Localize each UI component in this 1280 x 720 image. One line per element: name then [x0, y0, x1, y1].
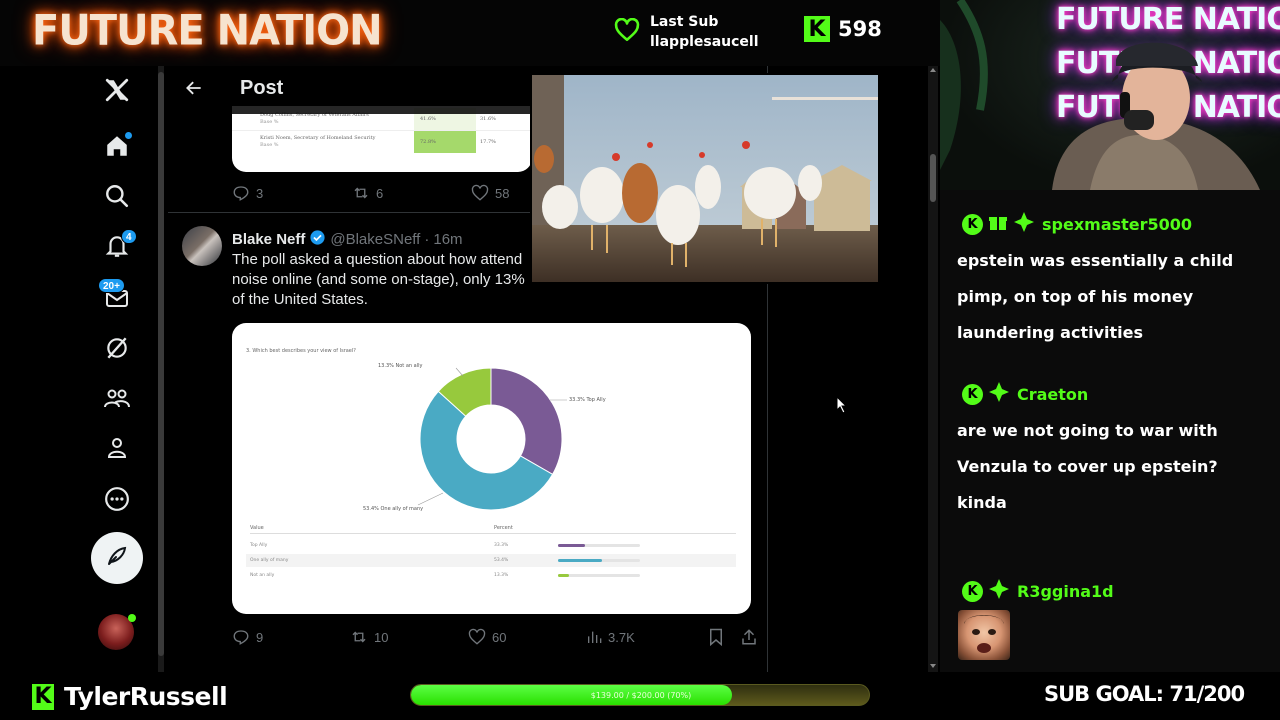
streamer-tag: K TylerRussell — [32, 682, 228, 711]
chat-message: epstein was essentially a child pimp, on… — [957, 251, 1234, 342]
stream-bottom-bar: K TylerRussell $139.00 / $200.00 (70%) S… — [0, 672, 1280, 720]
donut-slice-top-ally — [490, 367, 563, 476]
account-avatar[interactable] — [98, 614, 136, 650]
chart-table-row: One ally of many 53.4% — [246, 554, 736, 567]
reply-button[interactable]: 3 — [232, 184, 352, 202]
messages-badge: 20+ — [98, 278, 125, 293]
reply-button[interactable]: 9 — [232, 628, 350, 646]
percent-bar-one-of-many — [558, 559, 602, 562]
chat-user[interactable]: K R3ggina1d — [962, 578, 1114, 605]
repost-button[interactable]: 6 — [352, 184, 471, 202]
previous-post-actions: 3 6 58 — [232, 184, 509, 202]
views-icon — [588, 631, 602, 643]
reply-icon — [233, 630, 249, 645]
sub-goal-progress-text: $139.00 / $200.00 (70%) — [590, 691, 692, 700]
video-overlay-chickens — [530, 73, 880, 284]
sparkle-icon — [988, 381, 1010, 408]
back-arrow-icon[interactable] — [184, 78, 204, 103]
slice-label-not-ally: 13.3% Not an ally — [378, 363, 423, 369]
author-handle[interactable]: @BlakeSNeff — [330, 231, 420, 248]
share-icon — [742, 629, 756, 645]
stream-top-bar: FUTURE NATION Last Sub llapplesaucell K … — [0, 0, 940, 66]
table-row: Kristi Noem, Secretary of Homeland Secur… — [232, 130, 532, 153]
like-icon — [468, 628, 486, 645]
bookmark-button[interactable] — [708, 628, 740, 646]
compose-button[interactable] — [91, 532, 143, 584]
grok-icon[interactable] — [92, 328, 142, 368]
repost-icon — [352, 631, 366, 643]
nav-scrollbar[interactable] — [158, 66, 164, 672]
author-name[interactable]: Blake Neff — [232, 231, 305, 248]
online-dot — [128, 614, 136, 622]
sparkle-icon — [988, 578, 1010, 605]
communities-icon[interactable] — [92, 378, 142, 418]
kick-badge-icon: K — [962, 384, 983, 405]
heart-icon — [614, 17, 640, 47]
percent-bar-not-ally — [558, 574, 569, 577]
like-icon — [471, 184, 489, 201]
chat-message: are we not going to war with Venzula to … — [957, 421, 1218, 512]
notifications-badge: 4 — [121, 229, 137, 244]
last-sub-label: Last Sub — [650, 14, 719, 30]
donut-chart — [417, 367, 567, 511]
kick-logo-icon: K — [804, 16, 830, 42]
author-avatar[interactable] — [182, 226, 222, 266]
compose-icon — [105, 544, 129, 573]
chat-panel: K spexmaster5000 epstein was essentially… — [940, 190, 1280, 672]
kick-badge-icon: K — [962, 581, 983, 602]
messages-icon[interactable]: 20+ — [92, 278, 142, 318]
previous-table-card[interactable]: Doug Collins, Secretary of Veterans Affa… — [232, 106, 532, 172]
kick-badge-icon: K — [962, 214, 983, 235]
webcam-feed: FUTURE NATION FUTURE NATION FUTURE NATIO… — [940, 0, 1280, 190]
chart-table-row: Not an ally 13.3% — [246, 569, 736, 582]
post-time[interactable]: 16m — [433, 231, 462, 248]
reply-icon — [233, 186, 249, 201]
chat-user[interactable]: K Craeton — [962, 381, 1088, 408]
home-unread-dot — [125, 132, 132, 139]
last-sub-name: llapplesaucell — [650, 34, 759, 50]
gift-icon — [988, 212, 1008, 237]
page-scrollbar[interactable] — [928, 66, 938, 672]
sparkle-icon — [1013, 211, 1035, 238]
nav-rail: 4 20+ — [0, 66, 164, 672]
chat-user[interactable]: K spexmaster5000 — [962, 211, 1192, 238]
sub-goal-progress-bar: $139.00 / $200.00 (70%) — [410, 684, 870, 706]
home-icon[interactable] — [92, 126, 142, 166]
percent-bar-top-ally — [558, 544, 586, 547]
share-button[interactable] — [740, 628, 758, 646]
chart-table-header: Value Percent — [250, 524, 736, 534]
profile-icon[interactable] — [92, 428, 142, 468]
more-icon[interactable] — [92, 479, 142, 519]
brand-title: FUTURE NATION — [32, 6, 383, 56]
chat-emote-face — [958, 610, 1010, 660]
poll-chart-card[interactable]: 3. Which best describes your view of Isr… — [232, 323, 751, 614]
mouse-cursor-icon — [836, 395, 848, 419]
verified-icon — [309, 229, 326, 250]
page-title: Post — [240, 77, 284, 99]
kick-logo-icon: K — [32, 683, 54, 710]
follower-count: 598 — [838, 17, 882, 41]
post-author: Blake Neff @BlakeSNeff · 16m — [232, 229, 463, 250]
sub-goal-label: SUB GOAL: 71/200 — [1044, 682, 1245, 706]
bookmark-icon — [710, 628, 722, 646]
streamer-name: TylerRussell — [64, 682, 228, 711]
like-button[interactable]: 58 — [471, 184, 509, 202]
slice-label-one-of-many: 53.4% One ally of many — [363, 506, 424, 512]
post-actions: 9 10 60 3.7K — [232, 628, 762, 646]
repost-button[interactable]: 10 — [350, 628, 468, 646]
chart-table-row: Top Ally 33.3% — [246, 539, 736, 552]
views-button[interactable]: 3.7K — [586, 629, 708, 645]
like-button[interactable]: 60 — [468, 628, 586, 646]
x-logo-icon[interactable] — [92, 70, 142, 110]
notifications-icon[interactable]: 4 — [92, 226, 142, 266]
last-sub-widget: Last Sub llapplesaucell — [614, 12, 759, 52]
follower-count-widget: K 598 — [804, 16, 882, 42]
repost-icon — [354, 187, 368, 199]
search-icon[interactable] — [92, 176, 142, 216]
slice-label-top-ally: 33.3% Top Ally — [569, 397, 606, 403]
